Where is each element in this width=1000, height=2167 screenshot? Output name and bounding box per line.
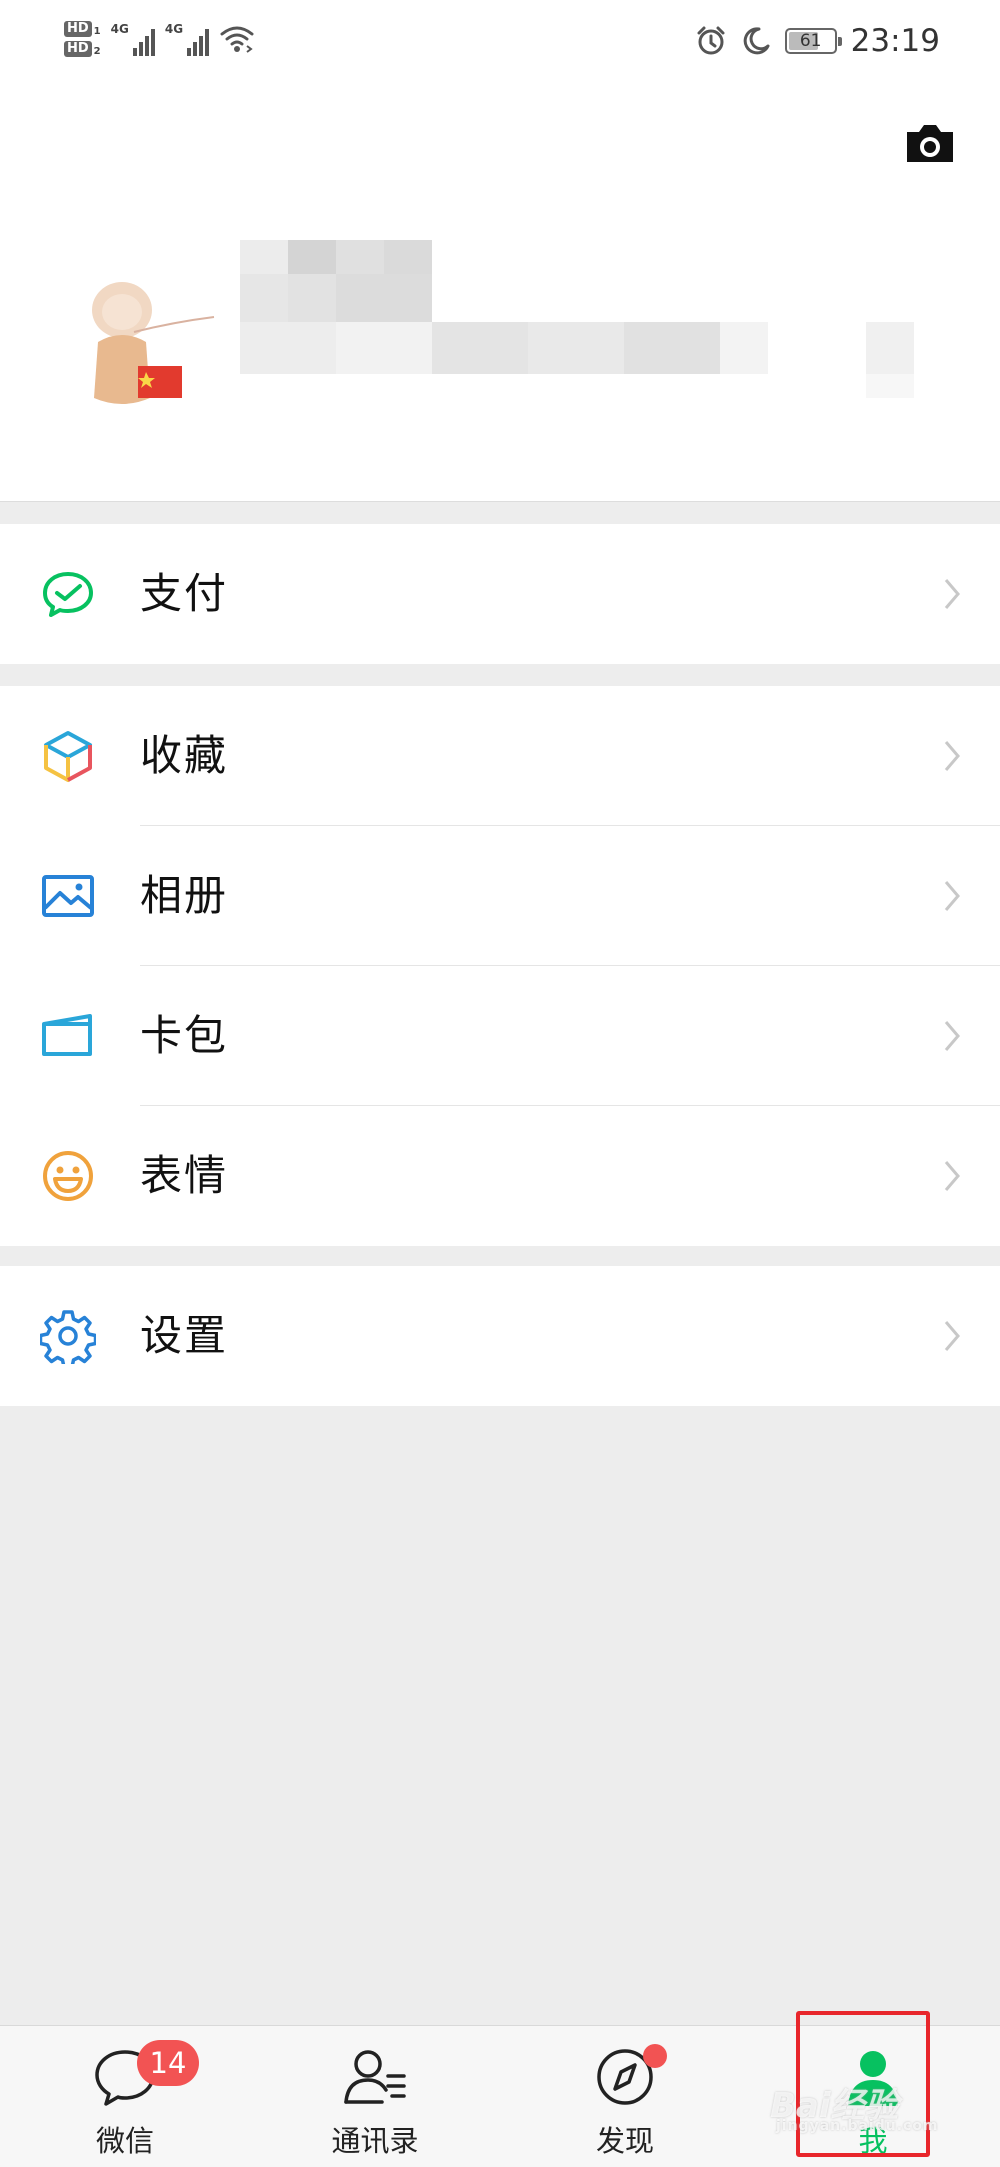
menu-item-favorites[interactable]: 收藏 [0,686,1000,826]
wechat-pay-icon [43,572,93,617]
contacts-icon [344,2050,406,2104]
chevron-right-icon [944,1021,960,1051]
menu-item-label: 卡包 [140,1011,229,1060]
tab-label: 微信 [95,2124,154,2158]
card-wallet-icon [42,1014,92,1056]
settings-gear-icon [40,1310,96,1364]
tab-contacts[interactable]: 通讯录 [275,2026,475,2167]
status-bar: HD 1 HD 2 4G 4G 61 23:19 [0,0,1000,82]
moon-icon [743,27,770,55]
tab-discover[interactable]: 发现 [525,2026,725,2167]
menu-item-settings[interactable]: 设置 [0,1266,1000,1406]
menu-item-label: 表情 [140,1151,229,1200]
profile-header[interactable] [0,82,1000,502]
tab-chats[interactable]: 14 微信 [25,2026,225,2167]
menu-item-label: 设置 [140,1311,229,1360]
chevron-right-icon [944,741,960,771]
avatar[interactable] [84,262,234,482]
watermark: Bai经验 jingyan.baidu.com [770,2086,939,2134]
hd-indicator-2: HD 2 [64,41,101,57]
menu-item-pay[interactable]: 支付 [0,524,1000,664]
hd-indicators: HD 1 HD 2 [64,21,101,57]
menu-section-settings: 设置 [0,1266,1000,1406]
tab-label: 通讯录 [331,2124,419,2158]
favorites-cube-icon [44,731,92,782]
menu-item-card-wallet[interactable]: 卡包 [0,966,1000,1106]
alarm-icon [697,26,725,55]
menu-section-pay: 支付 [0,524,1000,664]
tab-label: 发现 [595,2124,654,2158]
signal-icon: 4G [165,22,210,56]
sticker-smiley-icon [43,1151,93,1201]
menu-item-label: 收藏 [140,731,229,780]
battery-level: 61 [799,31,822,51]
menu-item-stickers[interactable]: 表情 [0,1106,1000,1246]
menu-item-label: 支付 [140,569,229,618]
chevron-right-icon [944,579,960,609]
wifi-icon [220,26,254,53]
unread-badge: 14 [137,2040,199,2086]
status-bar-left: HD 1 HD 2 4G 4G [64,14,255,64]
hd-indicator-1: HD 1 [64,21,101,37]
camera-icon[interactable] [903,120,957,166]
menu-section-main: 收藏 相册 卡包 表情 [0,686,1000,1246]
status-bar-right: 61 23:19 [695,18,940,64]
album-icon [42,875,94,917]
notification-dot [643,2044,667,2068]
signal-icon: 4G [111,22,155,56]
chevron-right-icon [944,1161,960,1191]
menu-item-label: 相册 [140,871,229,920]
clock-time: 23:19 [850,23,940,59]
chevron-right-icon [944,881,960,911]
blurred-username [240,240,960,400]
battery-icon: 61 [784,28,842,54]
menu-item-album[interactable]: 相册 [0,826,1000,966]
chevron-right-icon [944,1321,960,1351]
